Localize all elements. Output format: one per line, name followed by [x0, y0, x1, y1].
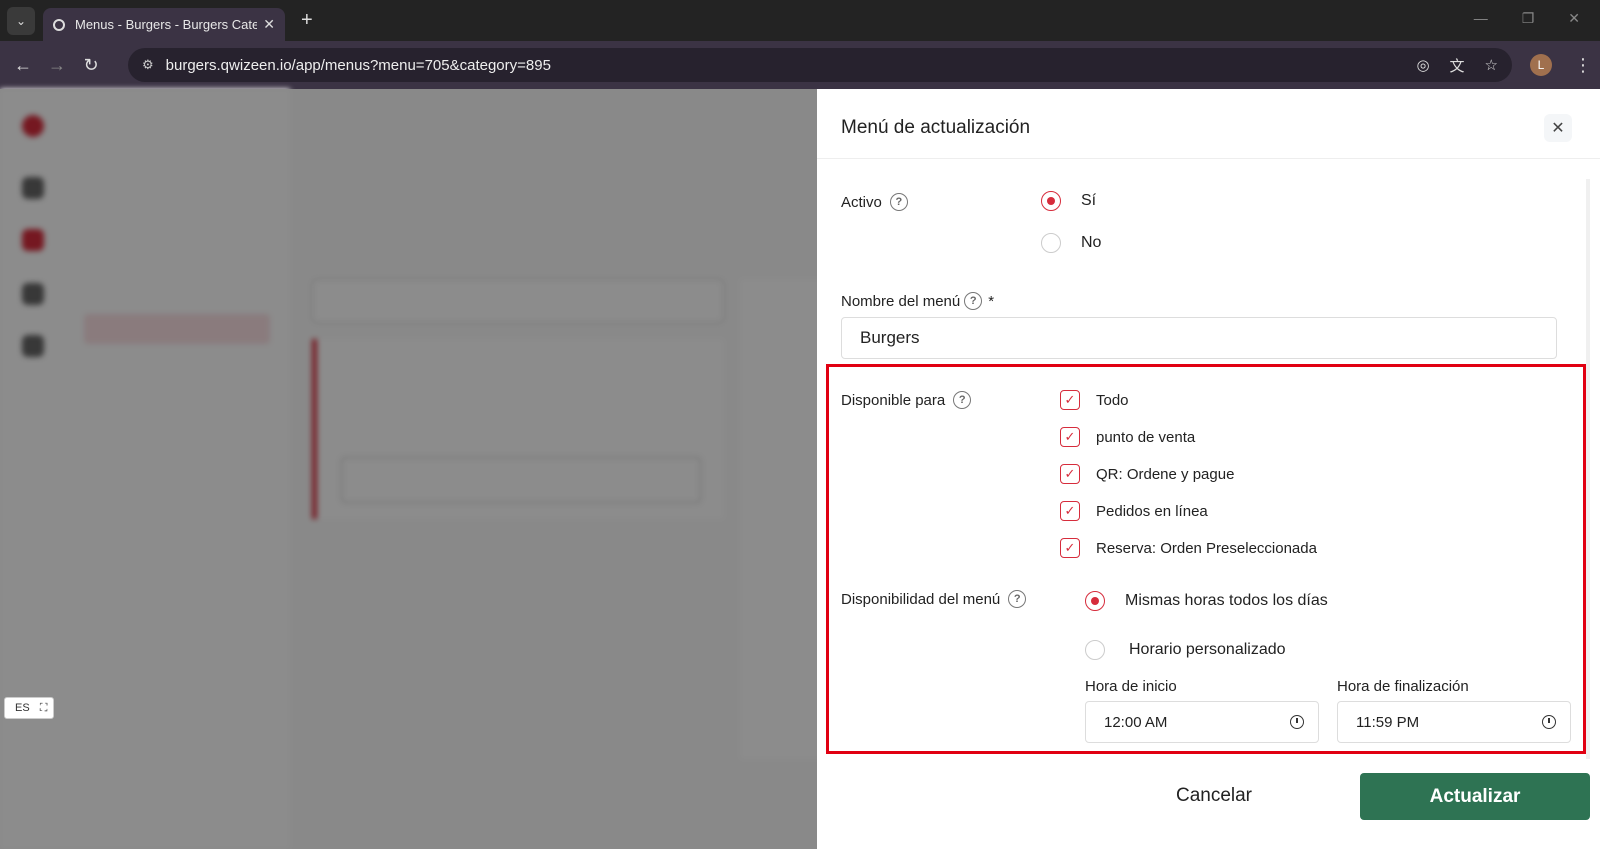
checkbox-checked-icon[interactable]: ✓ — [1060, 501, 1080, 521]
update-menu-drawer: Menú de actualización ✕ Activo ? Sí No N… — [817, 89, 1600, 849]
active-option-no[interactable]: No — [1041, 233, 1101, 253]
availability-option-same-hours[interactable]: Mismas horas todos los días — [1085, 591, 1328, 611]
tab-close-icon[interactable]: ✕ — [263, 16, 275, 33]
radio-unchecked-icon[interactable] — [1085, 640, 1105, 660]
browser-tabbar: ⌄ Menus - Burgers - Burgers Cate ✕ + — ❐… — [0, 0, 1600, 41]
availability-option-label: Mismas horas todos los días — [1125, 592, 1328, 609]
help-icon[interactable]: ? — [953, 391, 972, 409]
available-option-qr[interactable]: ✓ QR: Ordene y pague — [1060, 464, 1234, 484]
available-option-reservation[interactable]: ✓ Reserva: Orden Preseleccionada — [1060, 538, 1317, 558]
clock-icon[interactable] — [1290, 715, 1304, 729]
close-icon[interactable]: ✕ — [1544, 114, 1572, 142]
active-option-no-label: No — [1081, 234, 1102, 251]
help-icon[interactable]: ? — [889, 193, 908, 211]
profile-avatar[interactable]: L — [1530, 54, 1552, 76]
tracking-protection-icon[interactable]: ◎ — [1416, 56, 1429, 74]
start-time-input[interactable]: 12:00 AM — [1085, 701, 1319, 743]
menu-name-field-label: Nombre del menú ? * — [841, 292, 994, 310]
help-icon[interactable]: ? — [964, 292, 983, 310]
available-option-todo[interactable]: ✓ Todo — [1060, 390, 1129, 410]
drawer-header: Menú de actualización ✕ — [817, 89, 1600, 159]
end-time-label: Hora de finalización — [1337, 678, 1469, 695]
active-label-text: Activo — [841, 193, 882, 211]
active-field-label: Activo ? — [841, 193, 908, 211]
checkbox-checked-icon[interactable]: ✓ — [1060, 427, 1080, 447]
forward-icon[interactable]: → — [40, 55, 74, 76]
availability-label-text: Disponibilidad del menú — [841, 590, 1001, 608]
checkbox-checked-icon[interactable]: ✓ — [1060, 390, 1080, 410]
end-time-value: 11:59 PM — [1356, 713, 1420, 731]
address-bar[interactable]: ⚙ burgers.qwizeen.io/app/menus?menu=705&… — [128, 48, 1512, 82]
highlight-annotation-box — [826, 364, 1586, 754]
available-option-online[interactable]: ✓ Pedidos en línea — [1060, 501, 1208, 521]
window-close-icon[interactable]: ✕ — [1568, 10, 1580, 27]
checkbox-checked-icon[interactable]: ✓ — [1060, 538, 1080, 558]
available-option-label: Pedidos en línea — [1096, 502, 1208, 520]
new-tab-button[interactable]: + — [301, 9, 313, 32]
available-for-field-label: Disponible para ? — [841, 391, 972, 409]
url-text[interactable]: burgers.qwizeen.io/app/menus?menu=705&ca… — [166, 57, 1397, 74]
site-favicon-icon — [53, 18, 65, 31]
radio-unchecked-icon[interactable] — [1041, 233, 1061, 253]
window-controls: — ❐ ✕ — [1474, 10, 1580, 27]
availability-field-label: Disponibilidad del menú ? — [841, 590, 1027, 608]
language-code: ES — [15, 702, 30, 714]
help-icon[interactable]: ? — [1008, 590, 1027, 608]
tab-search-button[interactable]: ⌄ — [7, 6, 35, 35]
start-time-label: Hora de inicio — [1085, 678, 1177, 695]
required-mark: * — [988, 292, 995, 310]
browser-toolbar: ← → ↻ ⚙ burgers.qwizeen.io/app/menus?men… — [0, 41, 1600, 89]
minimize-icon[interactable]: — — [1474, 10, 1488, 27]
translate-icon[interactable]: 文 — [1450, 55, 1465, 76]
available-option-label: Todo — [1096, 391, 1129, 409]
available-option-label: Reserva: Orden Preseleccionada — [1096, 539, 1317, 557]
bookmark-star-icon[interactable]: ☆ — [1485, 56, 1498, 74]
cancel-button[interactable]: Cancelar — [1139, 773, 1289, 819]
menu-name-label-text: Nombre del menú — [841, 292, 961, 310]
browser-tab[interactable]: Menus - Burgers - Burgers Cate ✕ — [43, 8, 285, 41]
site-settings-icon[interactable]: ⚙ — [142, 57, 154, 73]
end-time-input[interactable]: 11:59 PM — [1337, 701, 1571, 743]
available-option-pos[interactable]: ✓ punto de venta — [1060, 427, 1195, 447]
radio-checked-icon[interactable] — [1041, 191, 1061, 211]
drawer-title: Menú de actualización — [841, 117, 1031, 138]
active-option-yes[interactable]: Sí — [1041, 191, 1096, 211]
available-for-label-text: Disponible para — [841, 391, 946, 409]
available-option-label: QR: Ordene y pague — [1096, 465, 1235, 483]
availability-option-custom[interactable]: Horario personalizado — [1085, 640, 1286, 660]
checkbox-checked-icon[interactable]: ✓ — [1060, 464, 1080, 484]
radio-checked-icon[interactable] — [1085, 591, 1105, 611]
update-button[interactable]: Actualizar — [1360, 773, 1590, 820]
tab-title: Menus - Burgers - Burgers Cate — [75, 17, 258, 32]
fullscreen-icon[interactable]: ⛶ — [40, 702, 48, 715]
start-time-value: 12:00 AM — [1104, 713, 1168, 731]
clock-icon[interactable] — [1542, 715, 1556, 729]
back-icon[interactable]: ← — [6, 55, 40, 76]
availability-option-label: Horario personalizado — [1129, 641, 1286, 658]
available-option-label: punto de venta — [1096, 428, 1196, 446]
language-switcher[interactable]: ES ⛶ — [4, 697, 54, 719]
active-option-yes-label: Sí — [1081, 192, 1097, 209]
reload-icon[interactable]: ↻ — [74, 55, 108, 76]
drawer-scrollbar[interactable] — [1586, 179, 1590, 759]
menu-name-input[interactable] — [841, 317, 1557, 359]
restore-icon[interactable]: ❐ — [1522, 10, 1535, 27]
browser-menu-icon[interactable]: ⋮ — [1574, 55, 1592, 76]
